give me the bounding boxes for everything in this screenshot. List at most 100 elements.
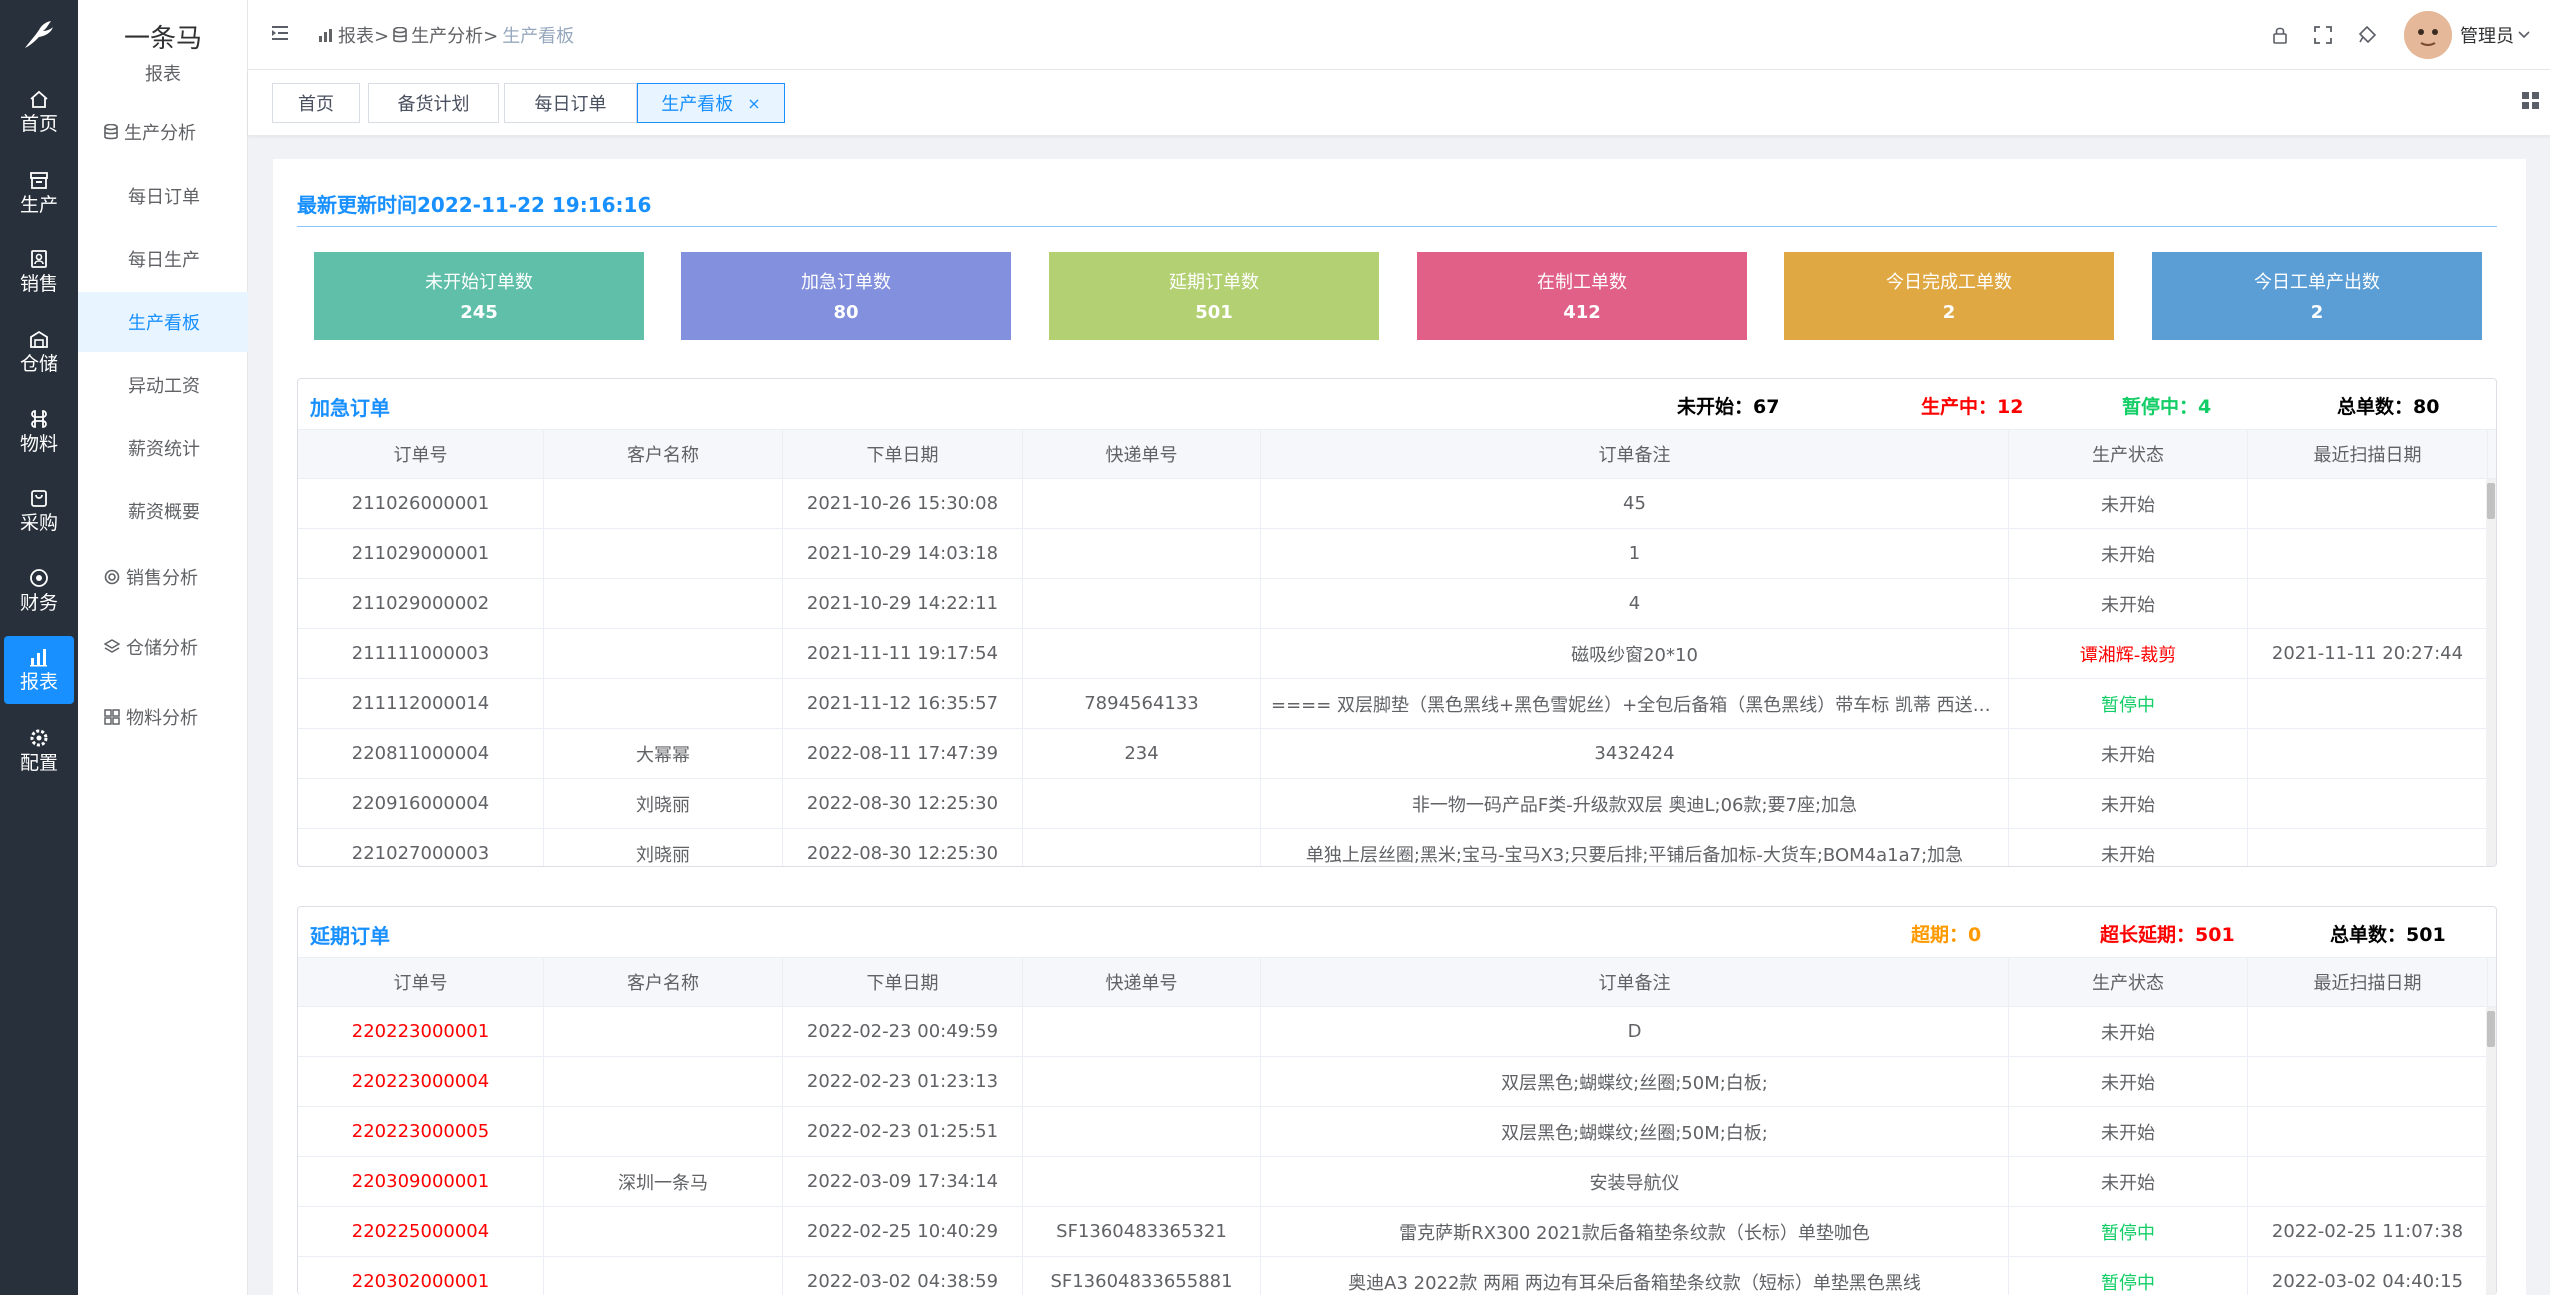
table-row[interactable]: 220916000004 刘晓丽 2022-08-30 12:25:30 非一物一码产…	[298, 779, 2496, 829]
scrollbar[interactable]	[2486, 1007, 2496, 1295]
tab-1[interactable]: 备货计划	[368, 83, 499, 123]
collapse-menu-icon[interactable]	[272, 24, 292, 46]
column-header[interactable]: 最近扫描日期	[2248, 958, 2488, 1006]
sidebar-item-label: 薪资统计	[128, 439, 200, 460]
coin-icon	[104, 569, 120, 585]
theme-icon[interactable]	[2358, 26, 2376, 44]
panel-title: 延期订单	[310, 924, 390, 948]
table-cell: 2022-02-25 10:40:29	[783, 1207, 1023, 1256]
table-cell: 3432424	[1261, 729, 2009, 778]
tab-3[interactable]: 生产看板 ×	[637, 83, 785, 123]
table-row[interactable]: 211029000001 2021-10-29 14:03:18 1 未开始	[298, 529, 2496, 579]
rail-item-5[interactable]: 采购	[4, 477, 74, 545]
column-header[interactable]: 生产状态	[2009, 958, 2248, 1006]
sidebar-item-0[interactable]: 生产分析	[78, 102, 248, 162]
column-header[interactable]: 订单号	[298, 958, 544, 1006]
sidebar-item-label: 生产分析	[124, 123, 196, 144]
rail-item-0[interactable]: 首页	[4, 78, 74, 146]
table-header: 订单号 客户名称 下单日期 快递单号 订单备注 生产状态 最近扫描日期	[298, 429, 2496, 479]
table-row[interactable]: 211029000002 2021-10-29 14:22:11 4 未开始	[298, 579, 2496, 629]
table-cell: 大幂幂	[544, 729, 783, 778]
table-cell: 220223000001	[298, 1007, 544, 1056]
table-cell: 220811000004	[298, 729, 544, 778]
column-header[interactable]: 订单号	[298, 430, 544, 478]
sidebar-item-6[interactable]: 薪资概要	[78, 481, 248, 541]
table-cell: SF13604833655881	[1023, 1257, 1261, 1295]
close-icon[interactable]: ×	[747, 94, 760, 113]
table-row[interactable]: 220302000001 2022-03-02 04:38:59 SF1360483…	[298, 1257, 2496, 1295]
user-name[interactable]: 管理员	[2460, 22, 2514, 48]
tab-0[interactable]: 首页	[272, 83, 360, 123]
table-cell	[544, 1007, 783, 1056]
table-row[interactable]: 220223000005 2022-02-23 01:25:51 双层黑色;蝴蝶纹;…	[298, 1107, 2496, 1157]
table-row[interactable]: 211026000001 2021-10-26 15:30:08 45 未开始	[298, 479, 2496, 529]
column-header[interactable]: 快递单号	[1023, 430, 1261, 478]
tab-2[interactable]: 每日订单	[504, 83, 637, 123]
table-row[interactable]: 220225000004 2022-02-25 10:40:29 SF1360483…	[298, 1207, 2496, 1257]
table-cell: 45	[1261, 479, 2009, 528]
sidebar-item-label: 异动工资	[128, 376, 200, 397]
rail-item-8[interactable]: 配置	[4, 717, 74, 785]
chevron-down-icon[interactable]	[2518, 31, 2530, 39]
table-cell: 磁吸纱窗20*10	[1261, 629, 2009, 678]
stat-title: 延期订单数	[1169, 272, 1259, 293]
column-header[interactable]: 快递单号	[1023, 958, 1261, 1006]
summary-value: 0	[1968, 924, 1982, 946]
table-row[interactable]: 220811000004 大幂幂 2022-08-11 17:47:39 234 343…	[298, 729, 2496, 779]
warehouse-icon	[30, 330, 48, 348]
rail-item-2[interactable]: 销售	[4, 238, 74, 306]
table-row[interactable]: 220309000001 深圳一条马 2022-03-09 17:34:14 安装导航…	[298, 1157, 2496, 1207]
table-cell	[1023, 779, 1261, 828]
sidebar-item-2[interactable]: 每日生产	[78, 229, 248, 289]
column-header[interactable]: 生产状态	[2009, 430, 2248, 478]
fullscreen-icon[interactable]	[2314, 26, 2332, 44]
table-row[interactable]: 220223000004 2022-02-23 01:23:13 双层黑色;蝴蝶纹;…	[298, 1057, 2496, 1107]
lock-icon[interactable]	[2272, 26, 2288, 44]
table-row[interactable]: 211111000003 2021-11-11 19:17:54 磁吸纱窗20*10…	[298, 629, 2496, 679]
avatar[interactable]	[2404, 11, 2452, 59]
rail-item-6[interactable]: 财务	[4, 557, 74, 625]
sidebar-item-3[interactable]: 生产看板	[78, 292, 248, 352]
section-title: 报表	[145, 64, 181, 85]
breadcrumb-item-report[interactable]: 报表>	[338, 22, 389, 48]
rail-item-label: 报表	[19, 671, 58, 693]
column-header[interactable]: 客户名称	[544, 958, 783, 1006]
table-cell	[2248, 579, 2488, 628]
scrollbar[interactable]	[2486, 479, 2496, 866]
rail-item-label: 销售	[19, 273, 58, 295]
rail-item-4[interactable]: 物料	[4, 398, 74, 466]
report-icon	[30, 649, 47, 667]
table-cell: 4	[1261, 579, 2009, 628]
sidebar-item-1[interactable]: 每日订单	[78, 166, 248, 226]
column-header[interactable]: 订单备注	[1261, 430, 2009, 478]
table-cell: 暂停中	[2009, 1257, 2248, 1295]
rail-item-3[interactable]: 仓储	[4, 318, 74, 386]
column-header[interactable]: 下单日期	[783, 430, 1023, 478]
sidebar-item-8[interactable]: 仓储分析	[78, 617, 248, 677]
stat-value: 80	[833, 302, 859, 323]
grid-menu-icon[interactable]	[2522, 92, 2540, 114]
table-row[interactable]: 220223000001 2022-02-23 00:49:59 D 未开始	[298, 1007, 2496, 1057]
sidebar-item-5[interactable]: 薪资统计	[78, 418, 248, 478]
summary-item: 超期：0	[1911, 920, 1981, 947]
table-cell: 未开始	[2009, 1007, 2248, 1056]
column-header[interactable]: 下单日期	[783, 958, 1023, 1006]
sidebar-item-7[interactable]: 销售分析	[78, 547, 248, 607]
column-header[interactable]: 最近扫描日期	[2248, 430, 2488, 478]
table-row[interactable]: 221027000003 刘晓丽 2022-08-30 12:25:30 单独上层丝圈…	[298, 829, 2496, 866]
scrollbar-thumb[interactable]	[2487, 483, 2495, 519]
rail-item-1[interactable]: 生产	[4, 159, 74, 227]
summary-item: 总单数：501	[2330, 920, 2446, 947]
sidebar-item-9[interactable]: 物料分析	[78, 687, 248, 747]
tabs-bar: 首页 备货计划 每日订单 生产看板 ×	[248, 70, 2550, 136]
stat-title: 在制工单数	[1537, 272, 1627, 293]
rail-item-7[interactable]: 报表	[4, 636, 74, 704]
breadcrumb-item-analysis[interactable]: 生产分析>	[411, 22, 498, 48]
table-cell	[2248, 529, 2488, 578]
column-header[interactable]: 订单备注	[1261, 958, 2009, 1006]
table-row[interactable]: 211112000014 2021-11-12 16:35:57 789456413…	[298, 679, 2496, 729]
column-header[interactable]: 客户名称	[544, 430, 783, 478]
scrollbar-thumb[interactable]	[2487, 1011, 2495, 1047]
table-cell	[1023, 629, 1261, 678]
sidebar-item-4[interactable]: 异动工资	[78, 355, 248, 415]
